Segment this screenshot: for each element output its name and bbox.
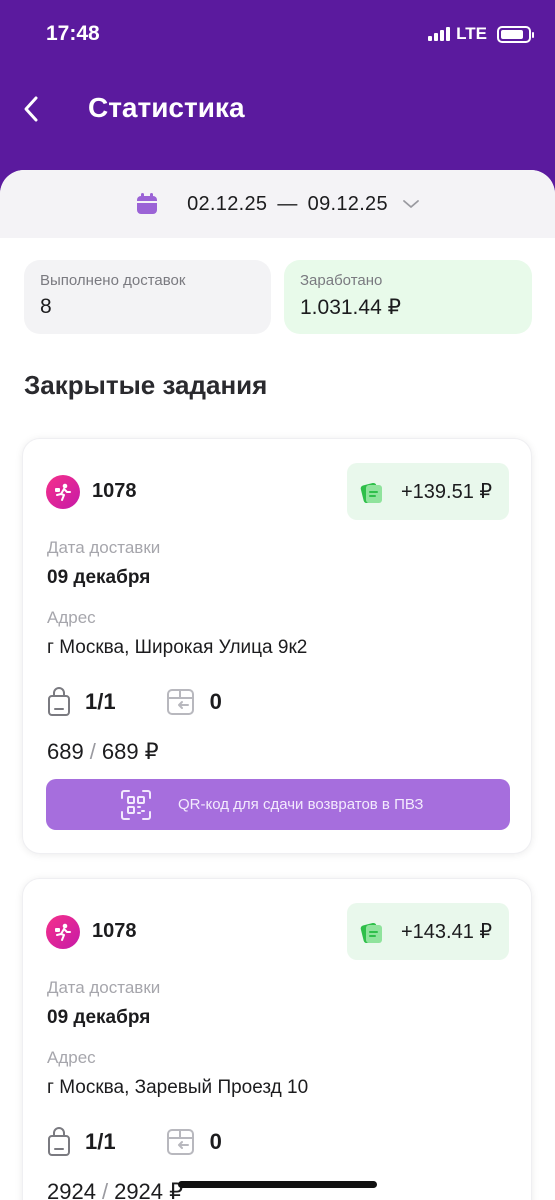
deliveries-stat: Выполнено доставок 8 bbox=[24, 260, 271, 334]
network-type: LTE bbox=[456, 24, 487, 43]
order-counters: 1/1 0 bbox=[47, 1127, 222, 1157]
date-label: Дата доставки bbox=[47, 538, 161, 557]
date-range-picker[interactable]: 02.12.25 — 09.12.25 bbox=[0, 170, 555, 238]
back-button[interactable] bbox=[16, 92, 46, 126]
price-paid: 2924 bbox=[47, 1179, 96, 1200]
date-label: Дата доставки bbox=[47, 978, 161, 997]
price-total: 2924 ₽ bbox=[114, 1179, 184, 1200]
address-label: Адрес bbox=[47, 608, 96, 627]
earned-badge: +143.41 ₽ bbox=[347, 903, 509, 960]
courier-icon bbox=[46, 915, 80, 949]
delivery-address: г Москва, Заревый Проезд 10 bbox=[47, 1077, 309, 1098]
status-time: 17:48 bbox=[46, 22, 100, 45]
order-number: 1078 bbox=[92, 480, 137, 502]
date-separator: — bbox=[277, 192, 298, 215]
money-icon bbox=[360, 482, 382, 503]
address-label: Адрес bbox=[47, 1048, 96, 1067]
qr-button-label: QR-код для сдачи возвратов в ПВЗ bbox=[178, 796, 424, 813]
return-box-icon bbox=[166, 1129, 194, 1155]
items-count: 1/1 bbox=[85, 689, 116, 714]
earned-amount: +143.41 ₽ bbox=[401, 921, 493, 943]
qr-code-icon bbox=[121, 789, 151, 820]
back-icon bbox=[24, 96, 38, 122]
earned-value: 1.031.44 ₽ bbox=[300, 296, 401, 319]
order-price: 689/689 ₽ bbox=[47, 739, 159, 764]
order-card[interactable]: 1078 +139.51 ₽ Дата доставки 09 декабря … bbox=[22, 438, 532, 854]
deliveries-value: 8 bbox=[40, 295, 52, 318]
date-range-text: 02.12.25 — 09.12.25 bbox=[187, 193, 388, 216]
battery-icon bbox=[497, 25, 534, 43]
returns-count: 0 bbox=[209, 689, 222, 714]
bag-icon bbox=[48, 687, 70, 716]
items-count: 1/1 bbox=[85, 1129, 116, 1154]
delivery-date: 09 декабря bbox=[47, 1007, 151, 1028]
earned-badge: +139.51 ₽ bbox=[347, 463, 509, 520]
status-indicators: LTE bbox=[428, 24, 534, 44]
signal-icon bbox=[428, 27, 451, 41]
calendar-icon bbox=[137, 193, 158, 214]
order-counters: 1/1 0 bbox=[47, 687, 222, 717]
order-price: 2924/2924 ₽ bbox=[47, 1179, 183, 1200]
chevron-down-icon bbox=[403, 200, 419, 208]
content-sheet: 02.12.25 — 09.12.25 Выполнено доставок 8 З… bbox=[0, 170, 555, 1200]
delivery-address: г Москва, Широкая Улица 9к2 bbox=[47, 637, 308, 658]
order-number: 1078 bbox=[92, 920, 137, 942]
order-card[interactable]: 1078 +143.41 ₽ Дата доставки 09 декабря … bbox=[22, 878, 532, 1200]
earned-stat: Заработано 1.031.44 ₽ bbox=[284, 260, 532, 334]
bag-icon bbox=[48, 1127, 70, 1156]
date-to: 09.12.25 bbox=[307, 192, 388, 215]
page-title: Статистика bbox=[88, 92, 245, 123]
price-total: 689 ₽ bbox=[101, 739, 159, 764]
delivery-date: 09 декабря bbox=[47, 567, 151, 588]
price-paid: 689 bbox=[47, 739, 84, 764]
section-title: Закрытые задания bbox=[24, 370, 268, 400]
returns-count: 0 bbox=[209, 1129, 222, 1154]
return-box-icon bbox=[166, 689, 194, 715]
money-icon bbox=[360, 922, 382, 943]
qr-returns-button[interactable]: QR-код для сдачи возвратов в ПВЗ bbox=[46, 779, 510, 830]
deliveries-label: Выполнено доставок bbox=[40, 272, 186, 289]
redacted-mask bbox=[153, 917, 233, 945]
date-from: 02.12.25 bbox=[187, 192, 268, 215]
home-indicator bbox=[178, 1181, 377, 1188]
courier-icon bbox=[46, 475, 80, 509]
earned-label: Заработано bbox=[300, 272, 383, 289]
redacted-mask bbox=[153, 477, 233, 505]
earned-amount: +139.51 ₽ bbox=[401, 481, 493, 503]
